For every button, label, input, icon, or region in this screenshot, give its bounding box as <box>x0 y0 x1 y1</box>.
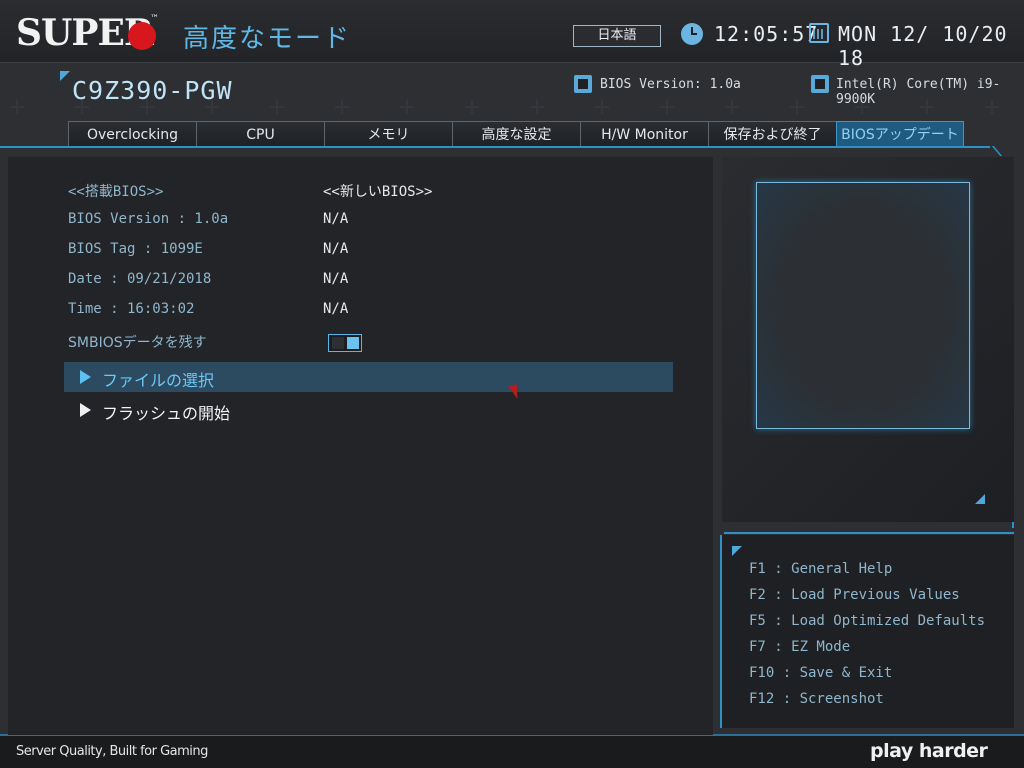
tab-advanced[interactable]: 高度な設定 <box>452 121 580 147</box>
help-f7: F7 : EZ Mode <box>749 639 851 655</box>
new-bios-header: <<新しいBIOS>> <box>323 184 433 200</box>
new-bios-date-value: N/A <box>323 271 349 287</box>
bios-screen: SUPER ™ 高度なモード 日本語 12:05:57 MON 12/ 10/2… <box>0 0 1024 768</box>
preview-frame <box>756 182 970 429</box>
help-f12: F12 : Screenshot <box>749 691 884 707</box>
bios-chip-icon <box>574 75 592 93</box>
clock-icon <box>681 23 703 45</box>
help-f2: F2 : Load Previous Values <box>749 587 960 603</box>
language-button[interactable]: 日本語 <box>573 25 661 47</box>
system-time: 12:05:57 <box>714 22 819 46</box>
start-flash-arrow-icon <box>80 403 91 417</box>
new-bios-tag-value: N/A <box>323 241 349 257</box>
background-cross <box>465 100 479 114</box>
frame-mid-line <box>724 532 1014 534</box>
smbios-keep-toggle[interactable] <box>328 334 362 352</box>
new-bios-time-value: N/A <box>323 301 349 317</box>
bios-date-label: Date : 09/21/2018 <box>68 271 212 287</box>
toggle-knob <box>347 337 359 349</box>
footer-slogan: Server Quality, Built for Gaming <box>16 744 208 759</box>
bios-version-label: BIOS Version : 1.0a <box>68 211 229 227</box>
background-cross <box>790 100 804 114</box>
help-f5: F5 : Load Optimized Defaults <box>749 613 986 629</box>
bios-version-info: BIOS Version: 1.0a <box>600 77 741 92</box>
top-bar: SUPER ™ 高度なモード 日本語 12:05:57 MON 12/ 10/2… <box>0 0 1024 70</box>
background-cross <box>595 100 609 114</box>
start-flash-action[interactable]: フラッシュの開始 <box>102 400 230 424</box>
brand-logo-dot <box>128 22 156 50</box>
background-cross <box>335 100 349 114</box>
tab-bios-update[interactable]: BIOSアップデート <box>836 121 964 147</box>
select-file-arrow-icon <box>80 370 91 384</box>
new-bios-version-value: N/A <box>323 211 349 227</box>
background-cross <box>660 100 674 114</box>
preview-corner-icon <box>975 494 985 504</box>
tab-hw-monitor[interactable]: H/W Monitor <box>580 121 708 147</box>
background-cross <box>270 100 284 114</box>
background-cross <box>725 100 739 114</box>
frame-top-line <box>0 146 990 148</box>
background-cross <box>400 100 414 114</box>
select-file-action[interactable]: ファイルの選択 <box>102 367 214 391</box>
frame-corner <box>991 146 1003 156</box>
cpu-chip-icon <box>811 75 829 93</box>
calendar-icon <box>809 23 829 43</box>
help-f10: F10 : Save & Exit <box>749 665 893 681</box>
corner-accent-icon <box>60 71 70 81</box>
bios-tag-label: BIOS Tag : 1099E <box>68 241 203 257</box>
board-model: C9Z390-PGW <box>72 76 233 105</box>
system-date: MON 12/ 10/20 18 <box>838 22 1008 70</box>
tab-overclocking[interactable]: Overclocking <box>68 121 196 147</box>
background-cross <box>10 100 24 114</box>
smbios-keep-label: SMBIOSデータを残す <box>68 335 207 351</box>
cpu-info: Intel(R) Core(TM) i9-9900K <box>836 77 1001 107</box>
background-cross <box>530 100 544 114</box>
toggle-off-segment <box>332 337 344 349</box>
tab-save-exit[interactable]: 保存および終了 <box>708 121 836 147</box>
tab-cpu[interactable]: CPU <box>196 121 324 147</box>
help-corner-icon <box>732 546 742 556</box>
footer-tagline: play harder <box>870 740 988 762</box>
help-f1: F1 : General Help <box>749 561 893 577</box>
main-tabs: Overclocking CPU メモリ 高度な設定 H/W Monitor 保… <box>68 121 964 147</box>
bios-time-label: Time : 16:03:02 <box>68 301 195 317</box>
tab-memory[interactable]: メモリ <box>324 121 452 147</box>
current-bios-header: <<搭載BIOS>> <box>68 184 164 200</box>
mode-title: 高度なモード <box>183 24 352 54</box>
brand-trademark: ™ <box>150 14 159 24</box>
